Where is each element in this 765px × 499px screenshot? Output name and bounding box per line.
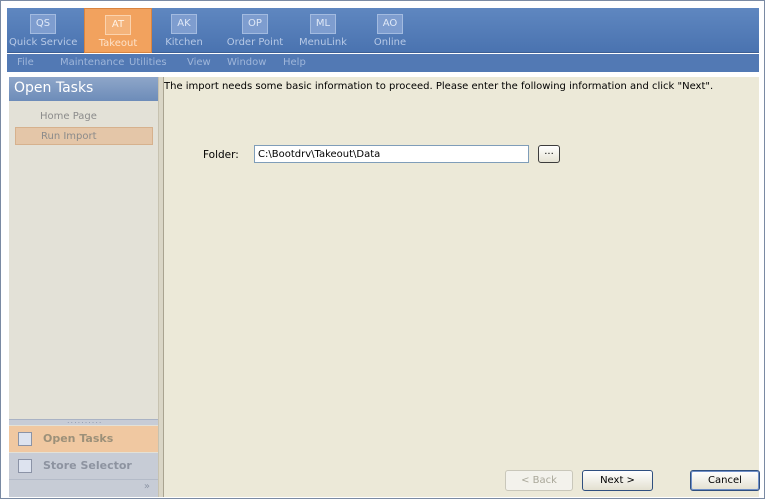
module-quick-service-tile: QS — [30, 14, 56, 34]
open-tasks-icon — [18, 432, 32, 446]
module-bar: QS Quick Service AT Takeout AK Kitchen O… — [7, 8, 759, 53]
menu-window[interactable]: Window — [227, 57, 266, 68]
menu-help[interactable]: Help — [283, 57, 306, 68]
module-menulink[interactable]: ML MenuLink — [295, 8, 351, 53]
splitter-grip: .......... — [67, 416, 103, 425]
folder-label: Folder: — [203, 149, 239, 161]
cancel-button[interactable]: Cancel — [690, 470, 760, 491]
store-selector-icon — [18, 459, 32, 473]
menu-view[interactable]: View — [187, 57, 211, 68]
panel-splitter[interactable]: .......... — [9, 416, 158, 425]
menu-file[interactable]: File — [17, 57, 34, 68]
task-item-home-page[interactable]: Home Page — [15, 108, 153, 126]
menu-utilities[interactable]: Utilities — [129, 57, 167, 68]
module-order-point-tile: OP — [242, 14, 268, 34]
task-panel: Open Tasks Home Page Run Import ........… — [9, 77, 158, 497]
nav-store-selector-button[interactable]: Store Selector — [9, 453, 158, 479]
task-item-run-import[interactable]: Run Import — [15, 127, 153, 145]
module-kitchen-tile: AK — [171, 14, 197, 34]
menu-maintenance[interactable]: Maintenance — [60, 57, 124, 68]
import-wizard-panel: The import needs some basic information … — [164, 77, 760, 497]
nav-open-tasks-label: Open Tasks — [43, 432, 114, 445]
chevron-right-icon[interactable]: » — [144, 481, 150, 492]
nav-open-tasks-button[interactable]: Open Tasks — [9, 426, 158, 452]
module-kitchen[interactable]: AK Kitchen — [159, 8, 209, 53]
nav-overflow-strip: » — [9, 479, 158, 497]
module-takeout-tile: AT — [105, 15, 131, 35]
module-online-tile: AO — [377, 14, 403, 34]
instructions-text: The import needs some basic information … — [164, 81, 714, 92]
next-button[interactable]: Next > — [582, 470, 653, 491]
task-panel-title: Open Tasks — [14, 80, 94, 96]
module-menulink-tile: ML — [310, 14, 336, 34]
module-quick-service[interactable]: QS Quick Service — [9, 8, 77, 53]
module-kitchen-label: Kitchen — [165, 37, 203, 48]
module-quick-service-label: Quick Service — [9, 37, 78, 48]
module-menulink-label: MenuLink — [299, 37, 347, 48]
module-order-point-label: Order Point — [226, 37, 284, 48]
task-panel-header: Open Tasks — [9, 77, 158, 101]
app-window: QS Quick Service AT Takeout AK Kitchen O… — [0, 0, 765, 499]
nav-store-selector-label: Store Selector — [43, 459, 132, 472]
module-online-label: Online — [373, 37, 407, 48]
menu-bar: File Maintenance Utilities View Window H… — [7, 54, 759, 72]
module-takeout[interactable]: AT Takeout — [84, 8, 152, 53]
module-takeout-label: Takeout — [98, 38, 138, 49]
folder-input[interactable] — [254, 145, 529, 163]
back-button[interactable]: < Back — [505, 470, 573, 491]
module-order-point[interactable]: OP Order Point — [223, 8, 287, 53]
module-online[interactable]: AO Online — [365, 8, 415, 53]
browse-button[interactable]: ... — [538, 145, 560, 163]
